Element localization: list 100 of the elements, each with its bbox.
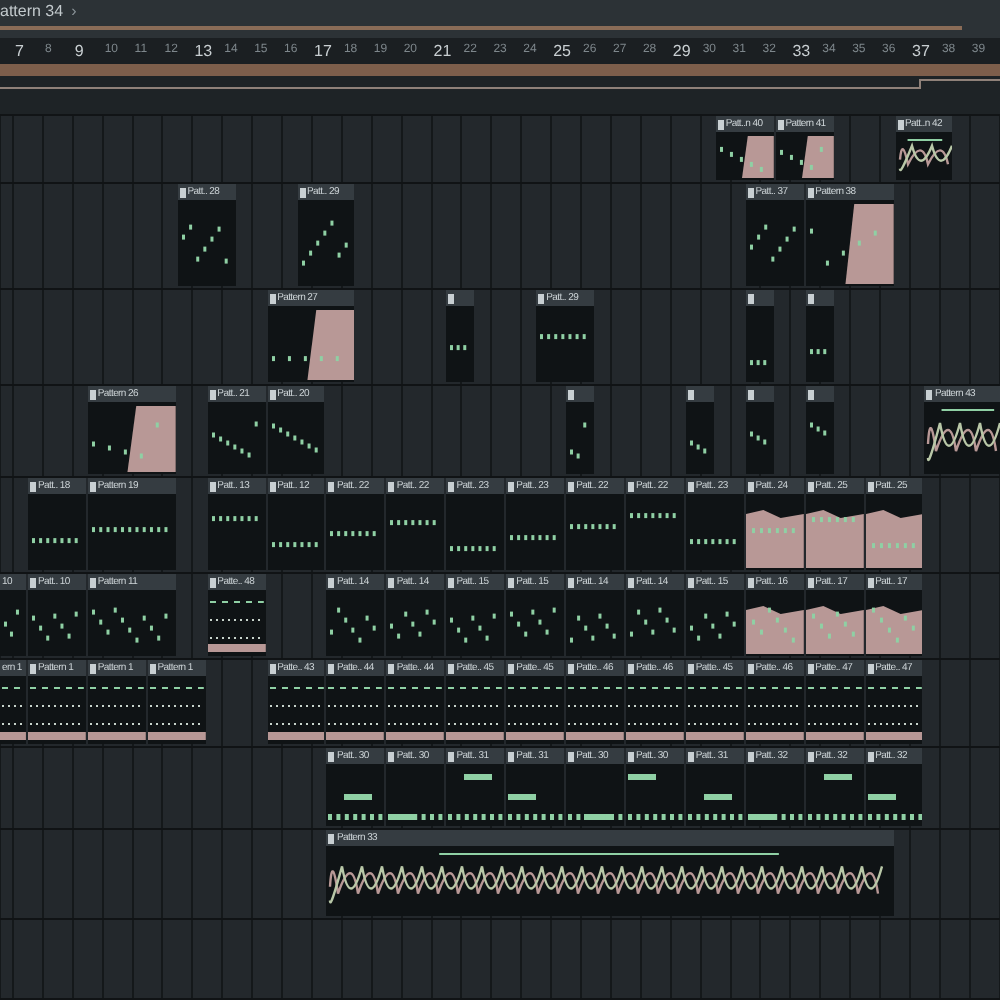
pattern-icon [747, 577, 754, 587]
clip-preview-drawing [446, 686, 505, 742]
pattern-clip[interactable] [566, 386, 594, 474]
pattern-icon [448, 751, 455, 761]
clip-preview-drawing [747, 428, 770, 446]
pattern-icon [568, 389, 575, 399]
pattern-icon [807, 389, 814, 399]
bar-number: 21 [433, 44, 452, 60]
pattern-icon [687, 481, 694, 491]
pattern-icon [747, 187, 754, 197]
chevron-icon[interactable]: › [71, 4, 77, 20]
pattern-icon [388, 577, 395, 587]
clip-preview-drawing [207, 600, 266, 654]
pattern-icon [747, 663, 754, 673]
pattern-icon [508, 751, 515, 761]
pattern-icon [149, 663, 156, 673]
clip-preview-drawing [807, 420, 830, 438]
clip-preview-drawing [805, 604, 864, 656]
pattern-icon [687, 389, 694, 399]
clip-preview-drawing [448, 610, 499, 644]
clip-preview-drawing [388, 518, 439, 528]
bar-number: 33 [792, 44, 811, 60]
pattern-icon [627, 751, 634, 761]
pattern-clip[interactable] [805, 290, 834, 382]
clip-preview-drawing [29, 608, 80, 642]
bar-number: 25 [553, 44, 571, 60]
pattern-icon [269, 293, 276, 303]
clip-preview-drawing [687, 608, 738, 642]
clip-preview-drawing [566, 686, 624, 742]
pattern-icon [328, 663, 335, 673]
pattern-icon [687, 577, 694, 587]
pattern-icon [687, 663, 694, 673]
clip-preview-drawing [568, 522, 619, 532]
window-title: attern 34 [0, 4, 64, 20]
clip-preview-drawing [87, 686, 146, 742]
pattern-icon [388, 751, 395, 761]
pattern-icon [867, 577, 874, 587]
pattern-icon [687, 751, 694, 761]
scroll-bar[interactable] [0, 26, 962, 30]
pattern-icon [209, 577, 216, 587]
clip-preview-drawing [627, 604, 678, 638]
clip-preview-drawing [388, 606, 439, 640]
pattern-icon [29, 577, 36, 587]
clip-preview-drawing [328, 604, 379, 644]
clip-preview-drawing [687, 438, 710, 456]
pattern-clip[interactable] [685, 386, 714, 474]
pattern-icon [29, 481, 36, 491]
pattern-icon [568, 663, 575, 673]
pattern-icon [747, 751, 754, 761]
pattern-icon [777, 119, 784, 129]
pattern-icon [448, 481, 455, 491]
pattern-icon [568, 751, 575, 761]
clip-preview-drawing [269, 308, 355, 382]
clip-preview-drawing [897, 138, 953, 174]
pattern-icon [328, 833, 335, 843]
clip-preview-drawing [568, 420, 591, 460]
pattern-icon [209, 389, 216, 399]
pattern-icon [538, 293, 545, 303]
pattern-icon [209, 481, 216, 491]
clip-preview-drawing [147, 686, 206, 742]
clip-preview-drawing [328, 528, 379, 538]
pattern-icon [867, 663, 874, 673]
pattern-icon [747, 389, 754, 399]
clip-preview-drawing [326, 686, 385, 742]
clip-preview-drawing [627, 510, 678, 520]
pattern-icon [897, 119, 904, 129]
pattern-icon [89, 577, 96, 587]
pattern-icon [568, 481, 575, 491]
bar-number: 29 [672, 44, 691, 60]
clip-preview-drawing [717, 134, 774, 180]
pattern-icon [269, 389, 276, 399]
pattern-icon [627, 577, 634, 587]
clip-preview-drawing [807, 346, 830, 356]
clip-preview-drawing [386, 686, 445, 742]
clip-preview-drawing [568, 610, 619, 644]
bar-number: 7 [15, 44, 24, 60]
pattern-icon [807, 481, 814, 491]
pattern-icon [269, 663, 276, 673]
pattern-icon [29, 663, 36, 673]
clip-preview-drawing [745, 508, 804, 570]
pattern-clip[interactable] [805, 386, 834, 474]
pattern-clip[interactable] [745, 290, 774, 382]
clip-preview-drawing [865, 508, 923, 570]
clip-preview-drawing [747, 358, 770, 368]
pattern-icon [448, 663, 455, 673]
clip-preview-drawing [538, 332, 589, 342]
clip-preview-drawing [777, 134, 834, 180]
clip-preview-drawing [269, 420, 320, 454]
pattern-clip[interactable] [745, 386, 774, 474]
pattern-icon [388, 481, 395, 491]
pattern-icon [89, 663, 96, 673]
clip-preview-drawing [448, 544, 499, 554]
pattern-icon [89, 389, 96, 399]
clip-preview-drawing [745, 686, 804, 742]
clip-preview-drawing [179, 222, 230, 266]
pattern-icon [299, 187, 306, 197]
pattern-clip[interactable] [446, 290, 475, 382]
clip-preview-drawing [805, 508, 864, 570]
clip-preview-drawing [89, 404, 176, 474]
pattern-icon [388, 663, 395, 673]
